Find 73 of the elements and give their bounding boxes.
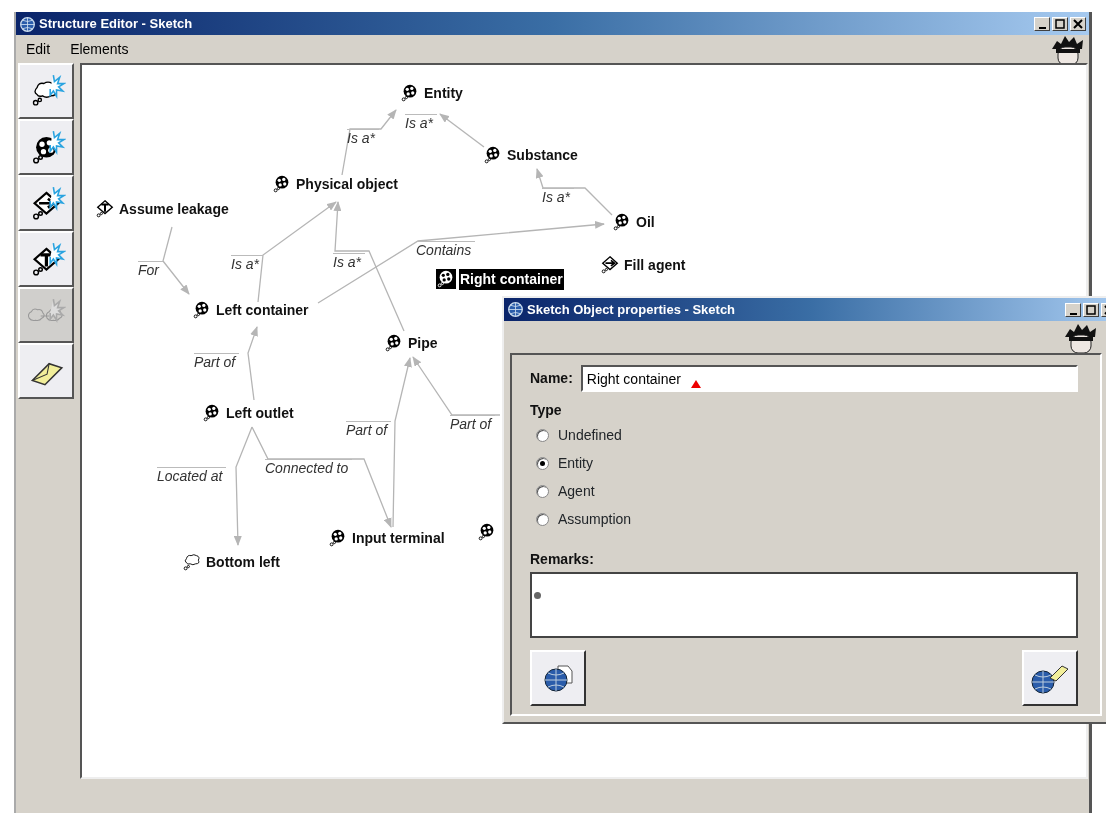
node-label[interactable]: Entity [423,82,464,104]
tool-button[interactable] [18,343,74,399]
radio-option[interactable]: Assumption [530,505,1078,533]
node-label[interactable]: Fill agent [623,254,687,276]
agent-icon [600,255,620,275]
radio-label: Agent [558,481,595,501]
node-label[interactable]: Oil [635,211,656,233]
remarks-label: Remarks: [530,550,595,569]
maximize-icon [1085,303,1097,316]
radio-label: Assumption [558,509,632,529]
minimize-button[interactable] [1034,16,1050,31]
edge-label: Connected to [265,459,353,477]
edge-label: Is a* [231,255,263,273]
tool-button[interactable] [18,175,74,231]
edge-label: Is a* [542,188,574,206]
edge-label: Is a* [405,114,437,132]
node-label[interactable]: Input terminal [351,527,446,549]
node-label[interactable]: Physical object [295,173,399,195]
edge-label: Part of [346,421,392,439]
dialog-title: Sketch Object properties - Sketch [527,300,736,319]
radio-label: Entity [558,453,593,473]
menu-item[interactable]: Elements [60,38,139,60]
maximize-icon [1054,17,1066,30]
maximize-button[interactable] [1052,16,1068,31]
radio-button[interactable] [536,484,549,498]
node-label[interactable]: Assume leakage [118,198,230,220]
maximize-button[interactable] [1083,302,1099,317]
close-button[interactable] [1070,16,1086,31]
close-icon [1072,17,1084,30]
minimize-icon [1069,312,1077,315]
cursor-marker-icon [690,380,701,388]
tool-button[interactable] [18,119,74,175]
delete-button[interactable] [1022,650,1078,706]
radio-button[interactable] [536,456,549,470]
radio-button[interactable] [536,428,549,442]
connector-arrow [439,113,485,148]
radio-button[interactable] [536,512,549,526]
edge-label: Part of [194,353,240,371]
edge-label: Is a* [333,253,365,271]
type-label: Type [530,401,563,420]
edge-label: Located at [157,467,227,485]
edge-label: Is a* [347,129,379,147]
node-label[interactable]: Left container [215,299,310,321]
name-field[interactable]: Right container [580,365,1078,392]
node-label[interactable]: Right container [459,268,564,290]
edge-label: Contains [416,241,476,259]
window-title: Structure Editor - Sketch [39,14,193,33]
entity-icon [436,269,456,289]
minimize-icon [1038,26,1046,29]
node-label[interactable]: Bottom left [205,551,281,573]
node-label[interactable]: Pipe [407,332,439,354]
radio-label: Undefined [558,425,622,445]
remarks-field[interactable] [530,572,1078,638]
minimize-button[interactable] [1065,302,1081,317]
node-label[interactable]: Substance [506,144,579,166]
edge-label: For [138,261,163,279]
cloud-icon [182,552,202,572]
assumption-icon [95,199,115,219]
radio-option[interactable]: Entity [530,449,1078,477]
menu-item[interactable]: Edit [16,38,61,60]
caret-dot-icon [534,592,541,599]
edge-label: Part of [450,415,496,433]
connector-arrow [162,226,190,295]
name-label: Name: [530,369,573,388]
globe-icon [19,15,36,33]
radio-option[interactable]: Agent [530,477,1078,505]
radio-option[interactable]: Undefined [530,421,1078,449]
globe-icon [507,301,524,318]
apply-button[interactable] [530,650,586,706]
tool-button[interactable] [18,231,74,287]
tool-button[interactable] [18,63,74,119]
node-label[interactable]: Left outlet [225,402,295,424]
connector-arrow [341,109,397,176]
